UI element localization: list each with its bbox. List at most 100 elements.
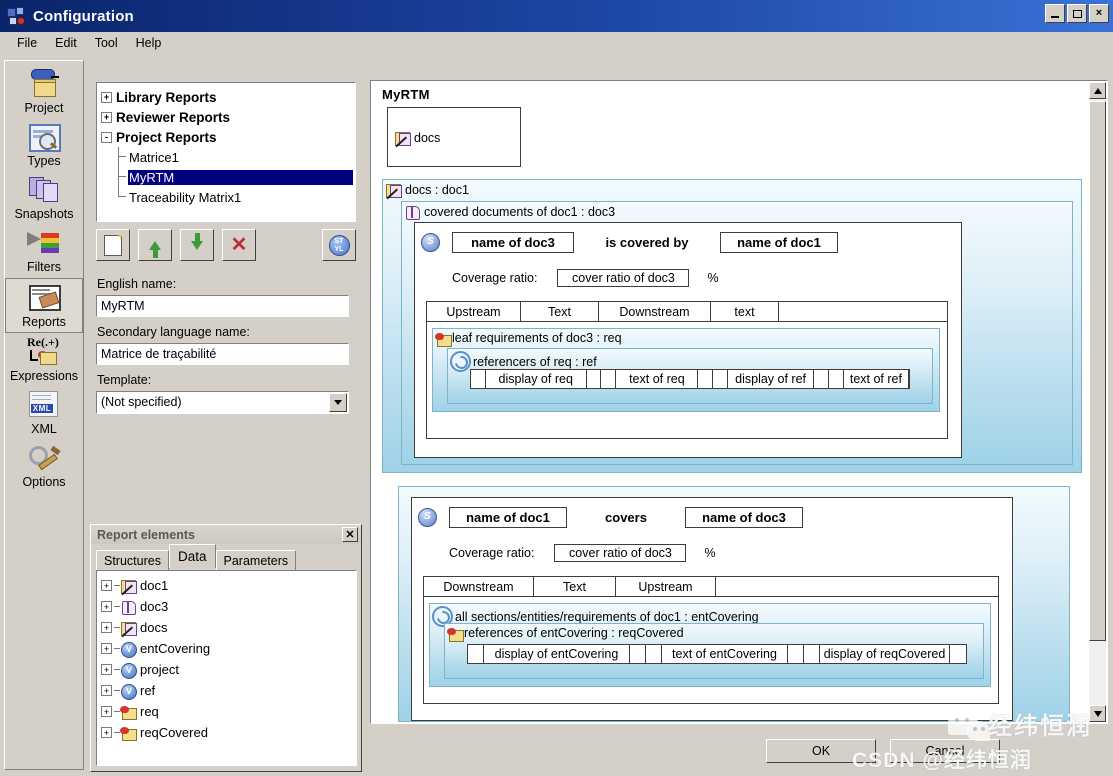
expander-icon[interactable]: + <box>101 601 112 612</box>
report-canvas[interactable]: MyRTM docs docs : doc1 covered documents… <box>372 82 1090 722</box>
scrollbar-thumb[interactable] <box>1089 101 1106 641</box>
menu-tool[interactable]: Tool <box>86 34 127 52</box>
section-referencers-of-req[interactable]: referencers of req : ref display of req … <box>447 348 933 404</box>
scroll-up-button[interactable] <box>1089 82 1106 99</box>
scrollbar-track[interactable] <box>1089 99 1106 705</box>
coverage-ratio-field[interactable]: cover ratio of doc3 <box>557 269 690 287</box>
matrix-table-2[interactable]: Downstream Text Upstream all sections/en… <box>423 576 999 704</box>
move-up-button[interactable] <box>138 229 172 261</box>
tab-structures[interactable]: Structures <box>96 550 169 570</box>
cell-display-of-ref[interactable]: display of ref <box>728 370 814 388</box>
minimize-button[interactable] <box>1045 4 1065 23</box>
expander-icon[interactable]: + <box>101 706 112 717</box>
scroll-down-button[interactable] <box>1089 705 1106 722</box>
chip-name-of-doc3[interactable]: name of doc3 <box>452 232 574 253</box>
section-docs-doc1[interactable]: docs : doc1 covered documents of doc1 : … <box>382 179 1082 473</box>
docs-root-box[interactable]: docs <box>387 107 521 167</box>
rail-item-expressions[interactable]: Re(.+) Expressions <box>5 333 83 386</box>
maximize-button[interactable] <box>1067 4 1087 23</box>
cancel-button[interactable]: Cancel <box>890 739 1000 763</box>
expander-icon[interactable]: + <box>101 685 112 696</box>
section1-title-row: S name of doc3 is covered by name of doc… <box>421 232 961 253</box>
report-elements-title: Report elements <box>97 527 195 542</box>
menu-help[interactable]: Help <box>127 34 171 52</box>
section-references-of-entcovering[interactable]: references of entCovering : reqCovered d… <box>444 623 984 679</box>
rail-item-xml[interactable]: XML XML <box>5 386 83 439</box>
rail-item-snapshots[interactable]: Snapshots <box>5 171 83 224</box>
canvas-vertical-scrollbar[interactable] <box>1089 82 1106 722</box>
menu-edit[interactable]: Edit <box>46 34 86 52</box>
section-label: docs : doc1 <box>405 182 469 197</box>
matrix-row-2[interactable]: display of entCovering text of entCoveri… <box>467 644 967 664</box>
data-node-req[interactable]: + req <box>101 701 356 722</box>
cell-text-of-entcovering[interactable]: text of entCovering <box>662 645 788 663</box>
tree-node-traceability-matrix1[interactable]: Traceability Matrix1 <box>101 187 353 207</box>
tree-node-library-reports[interactable]: + Library Reports <box>101 87 353 107</box>
cell-display-of-req[interactable]: display of req <box>486 370 587 388</box>
expander-icon[interactable]: + <box>101 664 112 675</box>
data-node-entcovering[interactable]: + V entCovering <box>101 638 356 659</box>
expander-icon[interactable]: + <box>101 727 112 738</box>
report-canvas-panel: MyRTM docs docs : doc1 covered documents… <box>370 80 1108 724</box>
tab-parameters[interactable]: Parameters <box>215 550 297 570</box>
tree-node-label: Project Reports <box>116 129 217 145</box>
tree-node-reviewer-reports[interactable]: + Reviewer Reports <box>101 107 353 127</box>
coverage-ratio-row-2: Coverage ratio: cover ratio of doc3 % <box>449 544 1012 562</box>
arrow-up-icon <box>149 240 161 258</box>
expander-icon[interactable]: + <box>101 622 112 633</box>
tree-node-project-reports[interactable]: - Project Reports <box>101 127 353 147</box>
matrix-table-1[interactable]: Upstream Text Downstream text leaf requi… <box>426 301 948 439</box>
expander-icon[interactable]: + <box>101 643 112 654</box>
expander-icon[interactable]: + <box>101 91 112 103</box>
english-name-input[interactable]: MyRTM <box>96 295 349 317</box>
new-report-button[interactable] <box>96 229 130 261</box>
report-toolbar: ✕ ST YL <box>96 228 356 262</box>
data-node-project[interactable]: + V project <box>101 659 356 680</box>
data-node-reqcovered[interactable]: + reqCovered <box>101 722 356 743</box>
report-tree[interactable]: + Library Reports + Reviewer Reports - P… <box>96 82 356 222</box>
template-select[interactable]: (Not specified) <box>96 391 349 414</box>
section-covered-documents[interactable]: covered documents of doc1 : doc3 S name … <box>401 201 1073 465</box>
close-icon[interactable]: ✕ <box>342 527 358 542</box>
data-node-ref[interactable]: + V ref <box>101 680 356 701</box>
data-elements-tree[interactable]: + doc1 + doc3 + docs + V entCovering + V… <box>96 570 357 766</box>
data-node-docs[interactable]: + docs <box>101 617 356 638</box>
section-covers[interactable]: S name of doc1 covers name of doc3 Cover… <box>398 486 1070 722</box>
coverage-ratio-field[interactable]: cover ratio of doc3 <box>554 544 687 562</box>
data-node-doc1[interactable]: + doc1 <box>101 575 356 596</box>
chevron-down-icon[interactable] <box>329 393 347 412</box>
cell-text-of-req[interactable]: text of req <box>616 370 699 388</box>
tree-node-myrtm[interactable]: MyRTM <box>101 167 353 187</box>
chip-name-of-doc3[interactable]: name of doc3 <box>685 507 803 528</box>
arrow-down-icon <box>191 232 203 250</box>
document-yellow-icon <box>385 182 402 199</box>
rail-item-types[interactable]: Types <box>5 118 83 171</box>
section-all-sections-entities[interactable]: all sections/entities/requirements of do… <box>429 603 991 687</box>
move-down-button[interactable] <box>180 229 214 261</box>
rail-item-options[interactable]: Options <box>5 439 83 492</box>
close-button[interactable]: × <box>1089 4 1109 23</box>
rail-item-project[interactable]: Project <box>5 65 83 118</box>
cell-text-of-ref[interactable]: text of ref <box>844 370 909 388</box>
secondary-name-input[interactable]: Matrice de traçabilité <box>96 343 349 365</box>
style-button[interactable]: ST YL <box>322 229 356 261</box>
delete-button[interactable]: ✕ <box>222 229 256 261</box>
expander-icon[interactable]: + <box>101 580 112 591</box>
cell-display-of-reqcovered[interactable]: display of reqCovered <box>820 645 950 663</box>
rail-item-filters[interactable]: Filters <box>5 224 83 277</box>
menu-file[interactable]: File <box>8 34 46 52</box>
cell-display-of-entcovering[interactable]: display of entCovering <box>484 645 630 663</box>
data-node-doc3[interactable]: + doc3 <box>101 596 356 617</box>
ok-button[interactable]: OK <box>766 739 876 763</box>
rail-item-reports[interactable]: Reports <box>5 277 83 333</box>
tab-data[interactable]: Data <box>168 544 216 568</box>
chip-name-of-doc1[interactable]: name of doc1 <box>720 232 838 253</box>
tree-node-label: Traceability Matrix1 <box>129 189 242 205</box>
collapse-icon[interactable]: - <box>101 131 112 143</box>
matrix-row-1[interactable]: display of req text of req display of re… <box>470 369 910 389</box>
options-icon <box>25 441 63 475</box>
chip-name-of-doc1[interactable]: name of doc1 <box>449 507 567 528</box>
section-leaf-requirements[interactable]: leaf requirements of doc3 : req referenc… <box>432 328 940 412</box>
tree-node-matrice1[interactable]: Matrice1 <box>101 147 353 167</box>
expander-icon[interactable]: + <box>101 111 112 123</box>
